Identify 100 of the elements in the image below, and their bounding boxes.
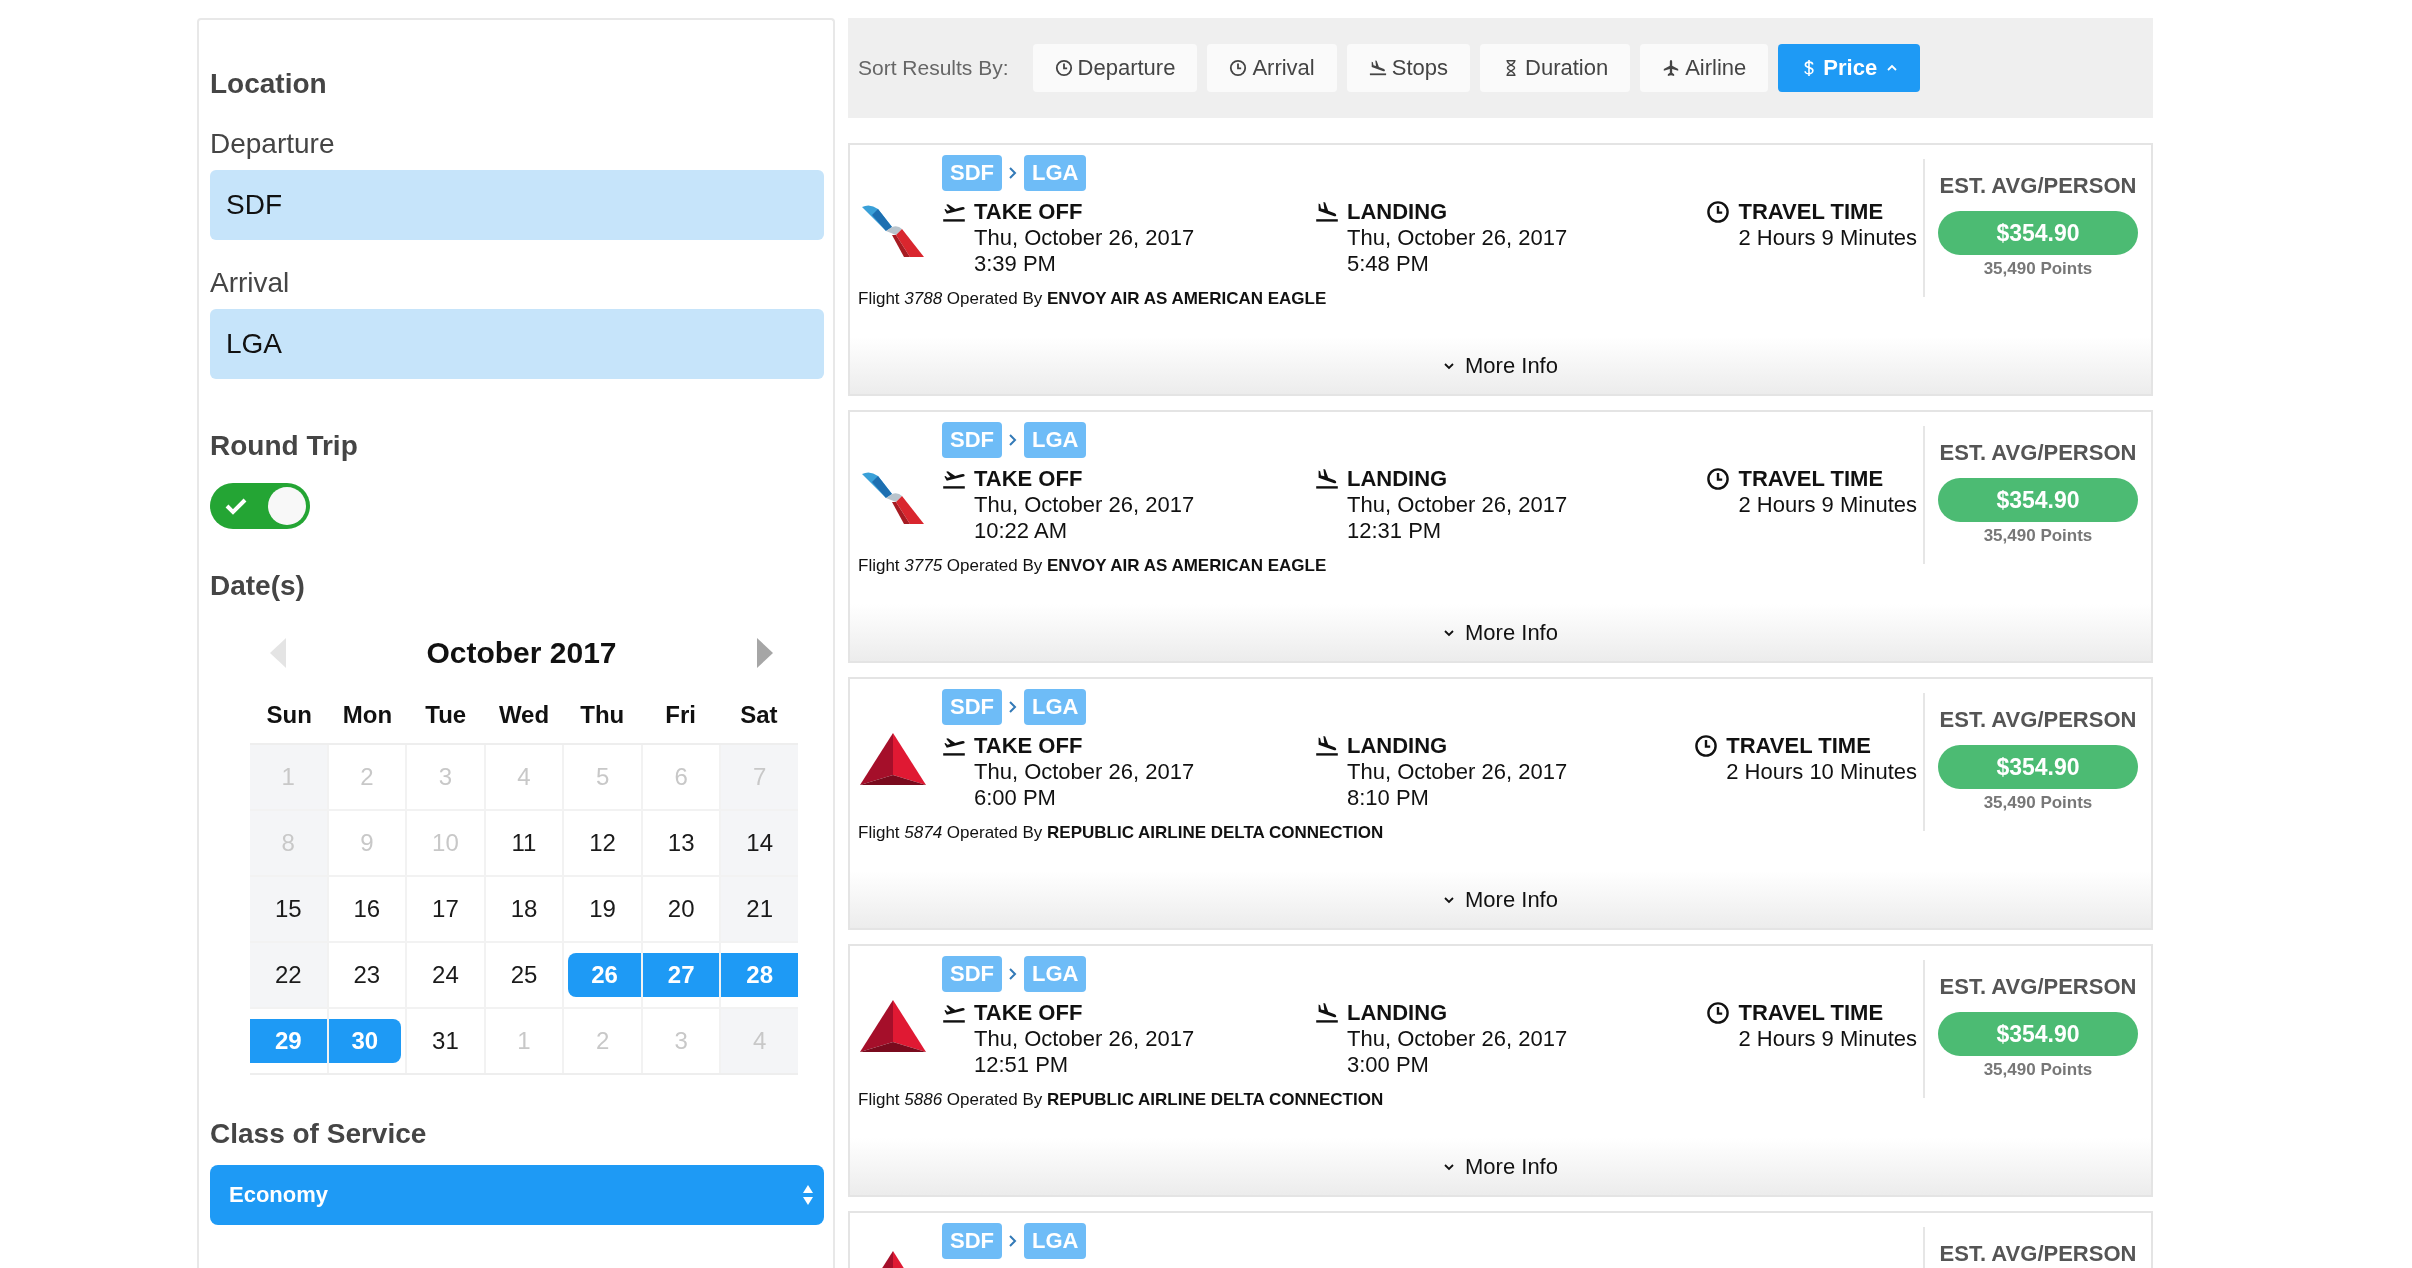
column-label: LANDING xyxy=(1347,466,1449,492)
date-text: Thu, October 26, 2017 xyxy=(974,492,1195,518)
price-label: EST. AVG/PERSON xyxy=(1939,440,2137,466)
column-label: LANDING xyxy=(1347,733,1449,759)
column-label: TRAVEL TIME xyxy=(1738,466,1885,492)
landing-icon xyxy=(1315,200,1339,224)
landing-icon xyxy=(1315,467,1339,491)
section-heading: Date(s) xyxy=(210,569,306,603)
more-info-button[interactable]: More Info xyxy=(1437,1152,1564,1181)
chevron-icon xyxy=(1008,166,1018,180)
section-heading: Round Trip xyxy=(210,429,359,463)
airport-badge: SDF xyxy=(942,422,1002,458)
column-label: TAKE OFF xyxy=(974,733,1084,759)
column-label: LANDING xyxy=(1347,199,1449,225)
time-text: 3:39 PM xyxy=(974,251,1057,277)
departure-field[interactable]: SDF xyxy=(210,170,824,240)
calendar-day[interactable]: 12 xyxy=(564,811,641,875)
calendar-day[interactable]: 25 xyxy=(485,943,563,1007)
sort-button[interactable]: Departure xyxy=(1032,44,1198,92)
airport-badge: LGA xyxy=(1024,689,1087,725)
date-text: Thu, October 26, 2017 xyxy=(1347,1026,1568,1052)
weekday-label: Wed xyxy=(497,701,551,729)
more-info-button[interactable]: More Info xyxy=(1437,885,1564,914)
points-text: 35,490 Points xyxy=(1983,793,2093,813)
chevron-icon xyxy=(1008,433,1018,447)
column-label: TAKE OFF xyxy=(974,1000,1084,1026)
column-label: TRAVEL TIME xyxy=(1738,1000,1885,1026)
calendar-day[interactable]: 23 xyxy=(328,943,406,1007)
more-info-button[interactable]: More Info xyxy=(1437,618,1564,647)
chevron-down-icon xyxy=(1443,627,1456,638)
chevron-icon xyxy=(1008,1234,1018,1248)
sort-button[interactable]: Stops xyxy=(1346,44,1470,92)
next-month-arrow[interactable] xyxy=(757,638,773,668)
round-trip-toggle[interactable] xyxy=(210,483,310,529)
column-label: TRAVEL TIME xyxy=(1738,199,1885,225)
landing-icon xyxy=(1315,1001,1339,1025)
date-text: Thu, October 26, 2017 xyxy=(1347,225,1568,251)
date-text: Thu, October 26, 2017 xyxy=(974,225,1195,251)
time-text: 5:48 PM xyxy=(1347,251,1430,277)
price-label: EST. AVG/PERSON xyxy=(1939,974,2137,1000)
clock-icon xyxy=(1706,1001,1731,1025)
sort-button[interactable]: Arrival xyxy=(1207,44,1337,92)
field-label: Departure xyxy=(210,127,336,161)
column-label: LANDING xyxy=(1347,1000,1449,1026)
sort-button[interactable]: Airline xyxy=(1640,44,1769,92)
calendar-day[interactable]: 24 xyxy=(407,943,484,1007)
date-text: Thu, October 26, 2017 xyxy=(974,759,1195,785)
price-label: EST. AVG/PERSON xyxy=(1939,173,2137,199)
flight-details: Flight 5886 Operated By REPUBLIC AIRLINE DELTA CONNECTION xyxy=(858,1090,1385,1110)
price-label: EST. AVG/PERSON xyxy=(1939,707,2137,733)
price-label: EST. AVG/PERSON xyxy=(1939,1241,2137,1267)
calendar-day[interactable]: 17 xyxy=(407,877,484,941)
airport-badge: SDF xyxy=(942,155,1002,191)
date-text: Thu, October 26, 2017 xyxy=(1347,759,1568,785)
calendar-day[interactable]: 21 xyxy=(721,877,798,941)
time-text: 3:00 PM xyxy=(1347,1052,1430,1078)
calendar-day[interactable]: 20 xyxy=(642,877,720,941)
section-heading: Class of Service xyxy=(210,1117,428,1151)
weekday-label: Sun xyxy=(265,701,313,729)
sort-button[interactable]: Duration xyxy=(1480,44,1631,92)
chevron-down-icon xyxy=(1443,1161,1456,1172)
time-text: 10:22 AM xyxy=(974,518,1068,544)
column-label: TAKE OFF xyxy=(974,199,1084,225)
up-down-arrows-icon xyxy=(802,1184,814,1206)
airport-badge: SDF xyxy=(942,689,1002,725)
calendar-day[interactable]: 14 xyxy=(721,811,798,875)
calendar-day[interactable]: 13 xyxy=(642,811,720,875)
calendar-day[interactable]: 31 xyxy=(407,1009,484,1073)
calendar-day[interactable]: 22 xyxy=(250,943,327,1007)
duration-text: 2 Hours 9 Minutes xyxy=(1738,492,1917,518)
flight-details: Flight 3775 Operated By ENVOY AIR AS AMERICAN EAGLE xyxy=(858,556,1328,576)
clock-icon xyxy=(1706,467,1731,491)
calendar-month: October 2017 xyxy=(426,636,617,670)
more-info-button[interactable]: More Info xyxy=(1437,351,1564,380)
time-text: 8:10 PM xyxy=(1347,785,1430,811)
calendar-day[interactable]: 15 xyxy=(250,877,327,941)
calendar-day[interactable]: 16 xyxy=(328,877,406,941)
points-text: 35,490 Points xyxy=(1983,1060,2093,1080)
arrival-field[interactable]: LGA xyxy=(210,309,824,379)
weekday-label: Sat xyxy=(739,701,779,729)
points-text: 35,490 Points xyxy=(1983,259,2093,279)
sort-label: Sort Results By: xyxy=(858,56,1009,80)
airport-badge: LGA xyxy=(1024,155,1087,191)
duration-text: 2 Hours 10 Minutes xyxy=(1726,759,1917,785)
airport-badge: LGA xyxy=(1024,1223,1087,1259)
clock-icon xyxy=(1054,59,1073,77)
section-heading: Location xyxy=(210,67,328,101)
airport-badge: SDF xyxy=(942,1223,1002,1259)
column-label: TAKE OFF xyxy=(974,466,1084,492)
airport-badge: LGA xyxy=(1024,422,1087,458)
calendar-day[interactable]: 19 xyxy=(564,877,641,941)
clock-icon xyxy=(1706,200,1731,224)
duration-text: 2 Hours 9 Minutes xyxy=(1738,225,1917,251)
calendar-day[interactable]: 11 xyxy=(485,811,563,875)
calendar-day[interactable]: 18 xyxy=(485,877,563,941)
time-text: 12:31 PM xyxy=(1347,518,1443,544)
landing-icon xyxy=(1368,59,1387,77)
duration-text: 2 Hours 9 Minutes xyxy=(1738,1026,1917,1052)
time-text: 6:00 PM xyxy=(974,785,1057,811)
weekday-label: Mon xyxy=(341,701,394,729)
